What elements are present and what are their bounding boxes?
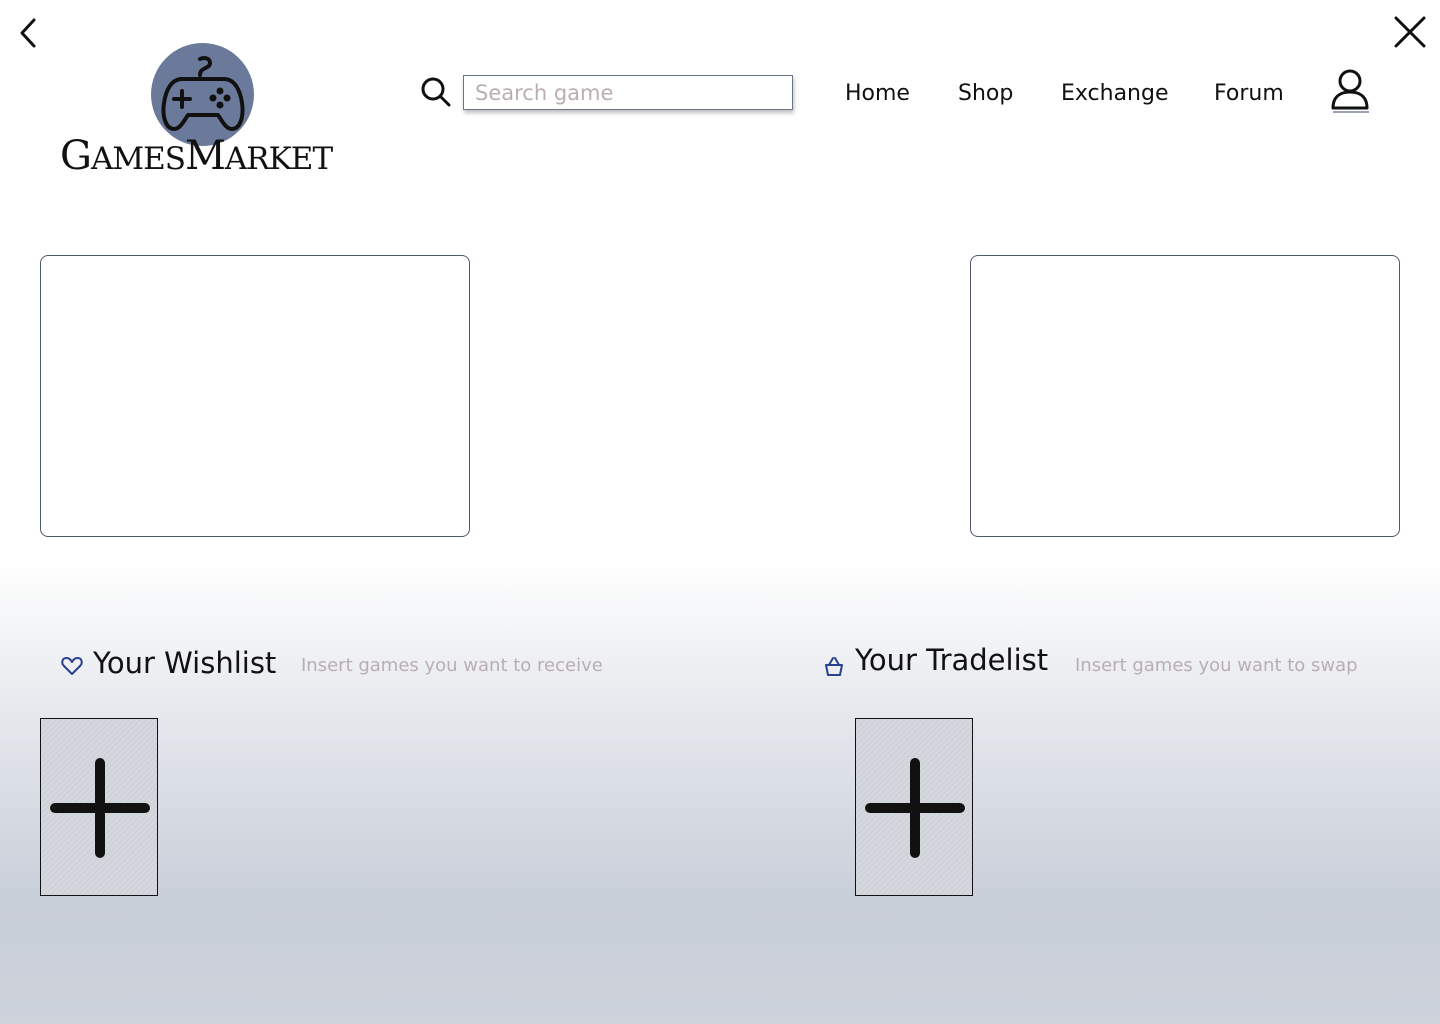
nav-home[interactable]: Home <box>845 78 910 110</box>
close-button[interactable] <box>1392 14 1428 50</box>
chevron-left-icon <box>20 18 36 48</box>
tradelist-hint: Insert games you want to swap <box>1075 655 1358 676</box>
tradelist-title: Your Tradelist <box>855 643 1049 677</box>
back-button[interactable] <box>14 16 46 50</box>
user-icon <box>1331 69 1369 110</box>
brand-letter: G <box>60 133 92 179</box>
close-icon <box>1394 16 1426 48</box>
gamepad-icon <box>160 55 246 135</box>
brand-name[interactable]: GAMESMARKET <box>60 132 360 180</box>
add-wishlist-game-button[interactable] <box>40 718 158 896</box>
brand-word: AMES <box>90 141 186 177</box>
brand-letter: M <box>184 133 226 179</box>
profile-underline <box>1333 111 1369 113</box>
basket-icon <box>823 655 845 677</box>
left-panel <box>40 255 470 537</box>
nav-shop[interactable]: Shop <box>958 78 1013 110</box>
brand-word: ARKET <box>224 141 333 177</box>
nav-forum[interactable]: Forum <box>1214 78 1284 110</box>
profile-button[interactable] <box>1330 68 1370 114</box>
plus-icon <box>865 758 965 858</box>
wishlist-title: Your Wishlist <box>93 646 277 680</box>
search-input[interactable] <box>463 75 793 110</box>
wishlist-hint: Insert games you want to receive <box>301 655 603 676</box>
plus-icon <box>50 758 150 858</box>
search-icon[interactable] <box>420 76 452 108</box>
right-panel <box>970 255 1400 537</box>
heart-icon <box>61 655 83 677</box>
add-tradelist-game-button[interactable] <box>855 718 973 896</box>
nav-exchange[interactable]: Exchange <box>1061 78 1169 110</box>
